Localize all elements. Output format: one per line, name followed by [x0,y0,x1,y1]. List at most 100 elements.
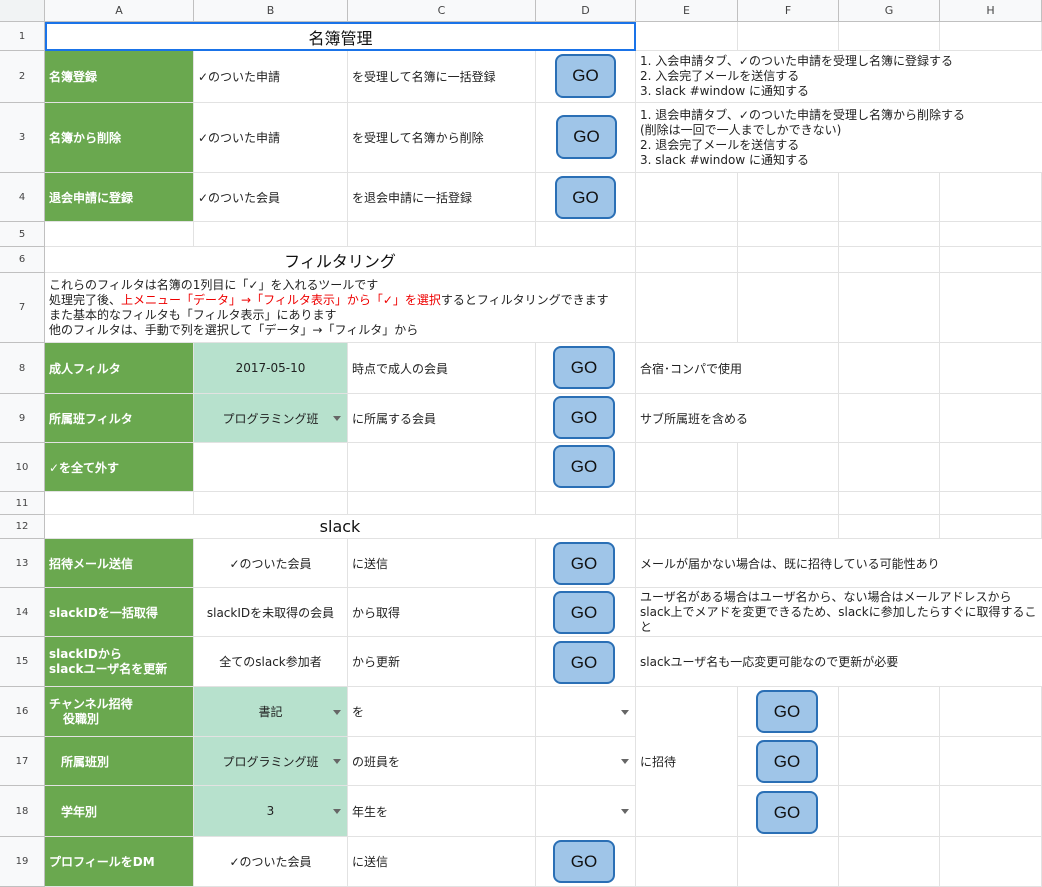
row-header-19[interactable]: 19 [0,837,45,887]
cell-a11[interactable] [45,492,194,515]
go-button-invite-role[interactable]: GO [756,690,818,733]
row-header-9[interactable]: 9 [0,394,45,443]
row-header-14[interactable]: 14 [0,588,45,637]
cell-b11[interactable] [194,492,348,515]
cell-g16[interactable] [839,687,940,737]
cell-h10[interactable] [940,443,1042,492]
roster-register-label[interactable]: 名簿登録 [45,51,194,103]
cell-f10[interactable] [738,443,839,492]
adult-filter-label[interactable]: 成人フィルタ [45,343,194,394]
cell-c13[interactable]: に送信 [348,539,536,588]
cell-b19[interactable]: ✓のついた会員 [194,837,348,887]
cell-b3[interactable]: ✓のついた申請 [194,103,348,173]
column-header-f[interactable]: F [738,0,839,22]
cell-e14[interactable]: ユーザ名がある場合はユーザ名から、ない場合はメールアドレスから slack上でメ… [636,588,1042,637]
column-header-c[interactable]: C [348,0,536,22]
section-title-slack[interactable]: slack [45,515,636,539]
row-header-17[interactable]: 17 [0,737,45,786]
cell-b13[interactable]: ✓のついた会員 [194,539,348,588]
cell-e15[interactable]: slackユーザ名も一応変更可能なので更新が必要 [636,637,1042,687]
channel-dropdown-1[interactable] [536,687,636,737]
cell-e3-notes[interactable]: 1. 退会申請タブ、✓のついた申請を受理し名簿から削除する (削除は一回で一人ま… [636,103,1042,173]
cell-c10[interactable] [348,443,536,492]
column-header-b[interactable]: B [194,0,348,22]
row-header-6[interactable]: 6 [0,247,45,273]
role-dropdown[interactable]: 書記 [194,687,348,737]
section-title-roster[interactable]: 名簿管理 [45,22,636,51]
cell-e5[interactable] [636,222,738,247]
row-header-18[interactable]: 18 [0,786,45,837]
cell-e2-notes[interactable]: 1. 入会申請タブ、✓のついた申請を受理し名簿に登録する 2. 入会完了メールを… [636,51,1042,103]
cell-f6[interactable] [738,247,839,273]
go-button-withdraw-register[interactable]: GO [555,176,616,219]
profile-dm-label[interactable]: プロフィールをDM [45,837,194,887]
cell-h18[interactable] [940,786,1042,837]
invite-team-dropdown[interactable]: プログラミング班 [194,737,348,786]
column-header-e[interactable]: E [636,0,738,22]
cell-f11[interactable] [738,492,839,515]
cell-c4[interactable]: を退会申請に一括登録 [348,173,536,222]
cell-g1[interactable] [839,22,940,51]
go-button-invite-team[interactable]: GO [756,740,818,783]
row-header-3[interactable]: 3 [0,103,45,173]
column-header-a[interactable]: A [45,0,194,22]
channel-dropdown-2[interactable] [536,737,636,786]
cell-e4[interactable] [636,173,738,222]
row-header-8[interactable]: 8 [0,343,45,394]
cell-a5[interactable] [45,222,194,247]
cell-e19[interactable] [636,837,738,887]
cell-f5[interactable] [738,222,839,247]
cell-g9[interactable] [839,394,940,443]
cell-c14[interactable]: から取得 [348,588,536,637]
go-button-clear-checks[interactable]: GO [553,445,615,488]
cell-c18[interactable]: 年生を [348,786,536,837]
cell-h6[interactable] [940,247,1042,273]
cell-f12[interactable] [738,515,839,539]
go-button-invite-grade[interactable]: GO [756,791,818,834]
channel-invite-team-label[interactable]: 所属班別 [45,737,194,786]
cell-b14[interactable]: slackIDを未取得の会員 [194,588,348,637]
filter-instructions[interactable]: これらのフィルタは名簿の1列目に「✓」を入れるツールです 処理完了後、上メニュー… [45,273,636,343]
cell-c5[interactable] [348,222,536,247]
cell-h4[interactable] [940,173,1042,222]
date-input[interactable]: 2017-05-10 [194,343,348,394]
go-button-roster-delete[interactable]: GO [556,115,617,159]
row-header-11[interactable]: 11 [0,492,45,515]
cell-h8[interactable] [940,343,1042,394]
row-header-1[interactable]: 1 [0,22,45,51]
column-header-h[interactable]: H [940,0,1042,22]
go-button-slackid-fetch[interactable]: GO [553,591,615,634]
row-header-15[interactable]: 15 [0,637,45,687]
cell-g19[interactable] [839,837,940,887]
cell-d11[interactable] [536,492,636,515]
cell-e9[interactable]: サブ所属班を含める [636,394,839,443]
cell-h17[interactable] [940,737,1042,786]
cell-h19[interactable] [940,837,1042,887]
cell-e16-invite[interactable]: に招待 [636,687,738,837]
cell-f7[interactable] [738,273,839,343]
cell-h1[interactable] [940,22,1042,51]
grade-dropdown[interactable]: 3 [194,786,348,837]
cell-f4[interactable] [738,173,839,222]
cell-e1[interactable] [636,22,738,51]
cell-g12[interactable] [839,515,940,539]
channel-dropdown-3[interactable] [536,786,636,837]
column-header-g[interactable]: G [839,0,940,22]
cell-b2[interactable]: ✓のついた申請 [194,51,348,103]
cell-g17[interactable] [839,737,940,786]
row-header-10[interactable]: 10 [0,443,45,492]
cell-e8[interactable]: 合宿･コンパで使用 [636,343,839,394]
go-button-slack-username-update[interactable]: GO [553,641,615,684]
go-button-profile-dm[interactable]: GO [553,840,615,883]
cell-c2[interactable]: を受理して名簿に一括登録 [348,51,536,103]
cell-e12[interactable] [636,515,738,539]
cell-c11[interactable] [348,492,536,515]
invite-mail-label[interactable]: 招待メール送信 [45,539,194,588]
cell-c16[interactable]: を [348,687,536,737]
channel-invite-role-label[interactable]: チャンネル招待 役職別 [45,687,194,737]
select-all-corner[interactable] [0,0,45,22]
cell-g5[interactable] [839,222,940,247]
cell-h11[interactable] [940,492,1042,515]
cell-c19[interactable]: に送信 [348,837,536,887]
withdraw-register-label[interactable]: 退会申請に登録 [45,173,194,222]
